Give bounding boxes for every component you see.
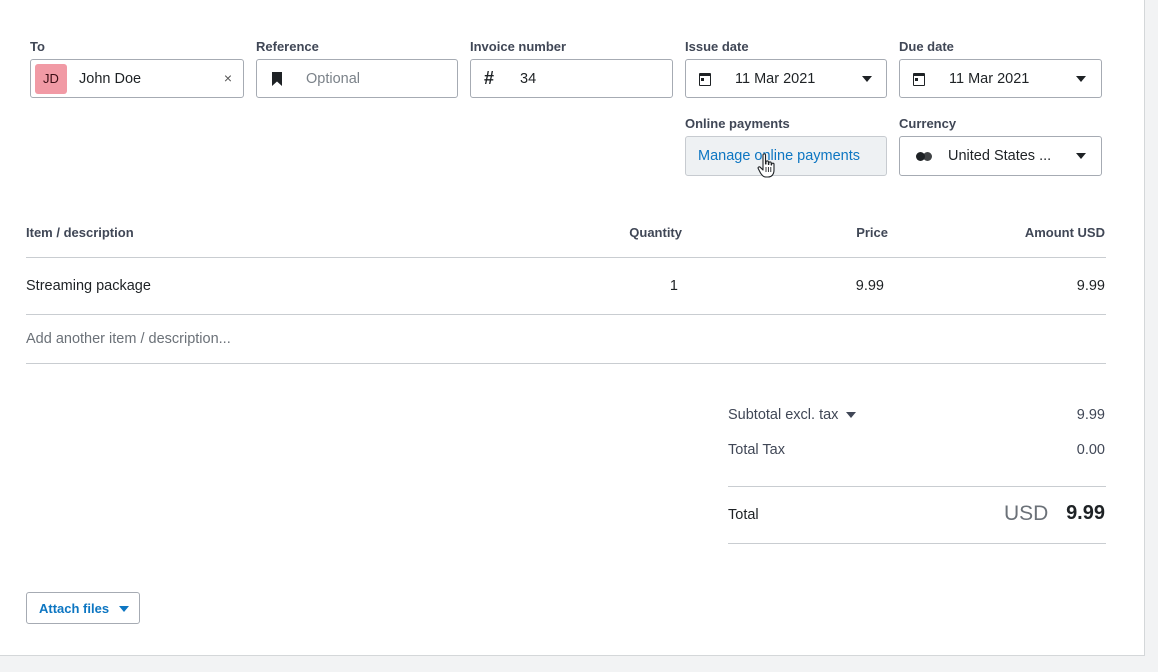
due-date-value: 11 Mar 2021	[949, 71, 1030, 87]
calendar-icon	[699, 73, 711, 86]
currency-select[interactable]: United States ...	[899, 136, 1102, 176]
contact-avatar: JD	[35, 64, 67, 94]
invoice-number-label: Invoice number	[470, 39, 567, 54]
column-header-quantity: Quantity	[629, 225, 682, 240]
total-label: Total	[728, 507, 759, 523]
close-icon[interactable]: ×	[224, 70, 232, 86]
issue-date-label: Issue date	[685, 39, 749, 54]
currency-label: Currency	[899, 116, 957, 131]
currency-value: United States ...	[948, 148, 1052, 164]
to-label: To	[30, 39, 45, 54]
subtotal-value: 9.99	[1076, 407, 1105, 423]
contact-name: John Doe	[79, 71, 142, 87]
chevron-down-icon	[1076, 153, 1086, 159]
hand-pointer-cursor	[757, 153, 775, 178]
divider	[728, 543, 1106, 544]
row-amount: 9.99	[1076, 278, 1105, 294]
attach-files-button[interactable]: Attach files	[26, 592, 140, 624]
subtotal-label[interactable]: Subtotal excl. tax	[728, 407, 857, 423]
currency-flag-icon	[916, 152, 932, 161]
online-payments-label: Online payments	[685, 116, 790, 131]
divider	[728, 486, 1106, 487]
hash-icon: #	[484, 68, 495, 88]
manage-online-payments-button[interactable]: Manage online payments	[685, 136, 887, 176]
invoice-number-value: 34	[520, 71, 537, 87]
row-quantity[interactable]: 1	[578, 278, 678, 294]
row-price[interactable]: 9.99	[784, 278, 884, 294]
chevron-down-icon	[846, 412, 857, 419]
reference-placeholder: Optional	[306, 71, 361, 87]
calendar-icon	[913, 73, 925, 86]
to-contact-field[interactable]: JD John Doe ×	[30, 59, 244, 98]
issue-date-picker[interactable]: 11 Mar 2021	[685, 59, 887, 98]
invoice-number-input[interactable]: # 34	[470, 59, 673, 98]
chevron-down-icon	[862, 76, 872, 82]
reference-label: Reference	[256, 39, 319, 54]
bookmark-icon	[272, 72, 282, 86]
row-item[interactable]: Streaming package	[26, 278, 151, 294]
column-header-amount: Amount USD	[1024, 225, 1105, 240]
divider	[26, 257, 1106, 258]
column-header-item: Item / description	[26, 225, 134, 240]
divider	[26, 363, 1106, 364]
invoice-form: To Reference Invoice number Issue date D…	[0, 0, 1145, 656]
chevron-down-icon	[1076, 76, 1086, 82]
due-date-picker[interactable]: 11 Mar 2021	[899, 59, 1102, 98]
due-date-label: Due date	[899, 39, 954, 54]
attach-files-label: Attach files	[39, 601, 110, 616]
total-tax-label: Total Tax	[728, 442, 785, 458]
subtotal-label-text: Subtotal excl. tax	[728, 407, 839, 423]
add-item-input[interactable]: Add another item / description...	[26, 331, 231, 347]
reference-input[interactable]: Optional	[256, 59, 458, 98]
chevron-down-icon	[119, 606, 129, 612]
column-header-price: Price	[856, 225, 888, 240]
issue-date-value: 11 Mar 2021	[735, 71, 816, 87]
total-tax-value: 0.00	[1076, 442, 1105, 458]
divider	[26, 314, 1106, 315]
total-value: 9.99	[1066, 502, 1105, 524]
